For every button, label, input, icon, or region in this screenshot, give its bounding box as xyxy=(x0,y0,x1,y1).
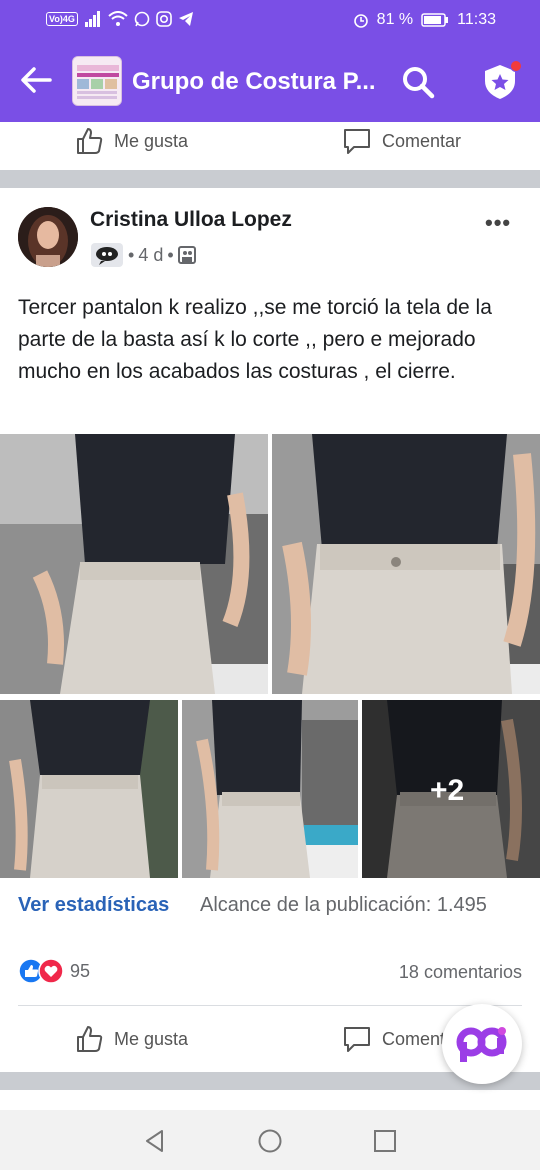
post-photo-5[interactable]: +2 xyxy=(362,700,540,878)
back-arrow-icon[interactable] xyxy=(18,62,54,98)
wifi-icon xyxy=(108,11,128,26)
comment-icon xyxy=(344,129,370,154)
post-reach: Alcance de la publicación: 1.495 xyxy=(200,894,487,916)
previous-post-actions: Me gusta Comentar xyxy=(0,122,540,172)
search-icon[interactable] xyxy=(400,64,436,100)
comment-button-previous[interactable]: Comentar xyxy=(342,126,461,156)
more-options-icon[interactable]: ••• xyxy=(485,210,511,236)
whatsapp-icon xyxy=(134,11,150,27)
group-privacy-icon xyxy=(177,246,196,264)
reaction-count: 95 xyxy=(70,960,91,981)
photo-image xyxy=(182,700,358,878)
group-cover-image xyxy=(73,57,121,105)
thumbs-up-icon xyxy=(77,128,103,154)
telegram-icon xyxy=(178,12,193,26)
photo-image xyxy=(0,700,178,878)
post-meta: • 4 d • xyxy=(90,242,196,268)
comment-label: Comentar xyxy=(382,130,462,151)
nav-back-icon[interactable] xyxy=(142,1128,168,1154)
photo-image xyxy=(272,434,540,694)
reactions-summary[interactable]: 95 xyxy=(18,958,90,984)
meta-dot: • xyxy=(167,244,174,265)
post-photo-3[interactable] xyxy=(0,700,178,878)
separator xyxy=(18,1005,522,1006)
group-title[interactable]: Grupo de Costura P... xyxy=(132,68,382,96)
like-button[interactable]: Me gusta xyxy=(74,1024,188,1054)
avatar-image xyxy=(18,207,78,267)
more-photos-count: +2 xyxy=(430,774,465,807)
photo-image xyxy=(0,434,268,694)
group-cover-thumbnail[interactable] xyxy=(72,56,122,106)
view-stats-link[interactable]: Ver estadísticas xyxy=(18,894,169,917)
thumbs-up-icon xyxy=(77,1026,103,1052)
post-time[interactable]: 4 d xyxy=(138,245,163,266)
post-photo-1[interactable] xyxy=(0,434,268,694)
post-divider xyxy=(0,170,540,188)
comments-count[interactable]: 18 comentarios xyxy=(399,962,522,983)
app-bar: Grupo de Costura P... xyxy=(0,42,540,122)
group-member-badge-icon[interactable] xyxy=(90,242,124,268)
clock: 11:33 xyxy=(457,11,496,28)
author-avatar[interactable] xyxy=(18,207,78,267)
status-bar: Vo)4G 81 % 11:33 xyxy=(0,0,540,42)
post-photo-4[interactable] xyxy=(182,700,358,878)
alarm-icon xyxy=(353,14,368,28)
battery-percent: 81 % xyxy=(376,11,414,28)
nav-home-icon[interactable] xyxy=(257,1128,283,1154)
app-logo-icon xyxy=(456,1027,507,1062)
author-name[interactable]: Cristina Ulloa Lopez xyxy=(90,208,292,232)
like-button-previous[interactable]: Me gusta xyxy=(74,126,188,156)
comment-icon xyxy=(344,1027,370,1052)
post-photo-2[interactable] xyxy=(272,434,540,694)
battery-icon xyxy=(421,13,449,27)
post-text: Tercer pantalon k realizo ,,se me torció… xyxy=(18,296,492,383)
volte-indicator: Vo)4G xyxy=(46,12,78,26)
signal-icon xyxy=(84,11,100,27)
like-label: Me gusta xyxy=(114,130,189,151)
instagram-icon xyxy=(156,11,172,27)
notification-dot xyxy=(510,60,522,72)
meta-dot: • xyxy=(128,244,135,265)
nav-recents-icon[interactable] xyxy=(372,1128,398,1154)
floating-app-bubble[interactable] xyxy=(442,1004,522,1084)
love-reaction-icon xyxy=(38,958,64,984)
system-nav-bar xyxy=(0,1110,540,1170)
like-label: Me gusta xyxy=(114,1028,189,1049)
